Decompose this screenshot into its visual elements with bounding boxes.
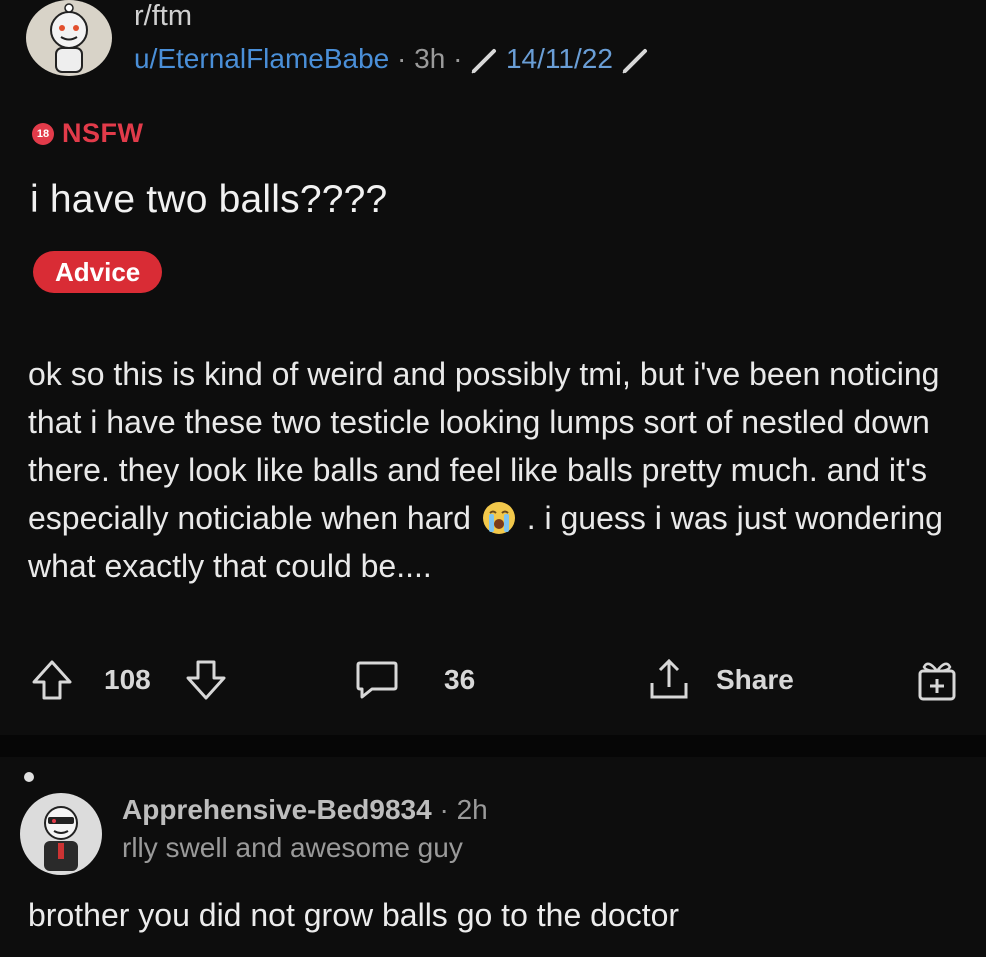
post-age: 3h	[414, 43, 446, 74]
comments-button[interactable]: 36	[354, 650, 475, 710]
award-gift-icon	[918, 662, 956, 701]
share-button[interactable]: Share	[646, 650, 794, 710]
comment-bubble-icon	[356, 661, 398, 699]
nsfw-label: NSFW	[62, 118, 144, 148]
post-author[interactable]: u/EternalFlameBabe	[134, 43, 389, 74]
meta-separator: ·	[397, 43, 407, 74]
meta-separator: ·	[453, 43, 463, 74]
award-button[interactable]	[914, 650, 960, 710]
downvote-button[interactable]	[184, 650, 228, 710]
loudly-crying-face-icon	[482, 502, 515, 534]
share-label: Share	[716, 664, 794, 695]
post-title[interactable]: i have two balls????	[30, 176, 387, 224]
nsfw-tag: 18 NSFW	[32, 118, 143, 149]
comment-card: Apprehensive-Bed9834 · 2h rlly swell and…	[0, 757, 986, 957]
post-flair-badge[interactable]: Advice	[33, 251, 163, 293]
comment-body: brother you did not grow balls go to the…	[28, 897, 680, 933]
syringe-icon	[471, 48, 497, 74]
section-divider	[0, 735, 986, 757]
post-card: r/ftm u/EternalFlameBabe · 3h · 14/11/22…	[0, 0, 986, 735]
reddit-post-screen: r/ftm u/EternalFlameBabe · 3h · 14/11/22…	[0, 0, 986, 957]
comment-count: 36	[444, 664, 476, 695]
commenter-flair: rlly swell and awesome guy	[122, 832, 463, 863]
comment-thread-dot	[24, 772, 34, 782]
post-meta: u/EternalFlameBabe · 3h · 14/11/22	[134, 42, 649, 76]
comment-meta: Apprehensive-Bed9834 · 2h	[122, 793, 488, 827]
comment-author[interactable]: Apprehensive-Bed9834	[122, 794, 432, 825]
syringe-icon	[622, 48, 647, 74]
share-icon	[650, 658, 688, 699]
meta-separator: ·	[439, 794, 449, 825]
upvote-button[interactable]	[30, 650, 74, 710]
downvote-icon	[186, 660, 226, 700]
subreddit-name[interactable]: r/ftm	[134, 0, 192, 32]
author-flair: 14/11/22	[505, 43, 613, 74]
nsfw-18-icon: 18	[32, 122, 54, 145]
post-body: ok so this is kind of weird and possibly…	[28, 350, 958, 590]
vote-count: 108	[104, 664, 151, 695]
post-action-bar: 108 36 Share	[0, 650, 986, 710]
upvote-icon	[32, 660, 72, 700]
commenter-avatar[interactable]	[20, 793, 102, 875]
subreddit-avatar[interactable]	[26, 0, 112, 76]
comment-age: 2h	[456, 794, 488, 825]
